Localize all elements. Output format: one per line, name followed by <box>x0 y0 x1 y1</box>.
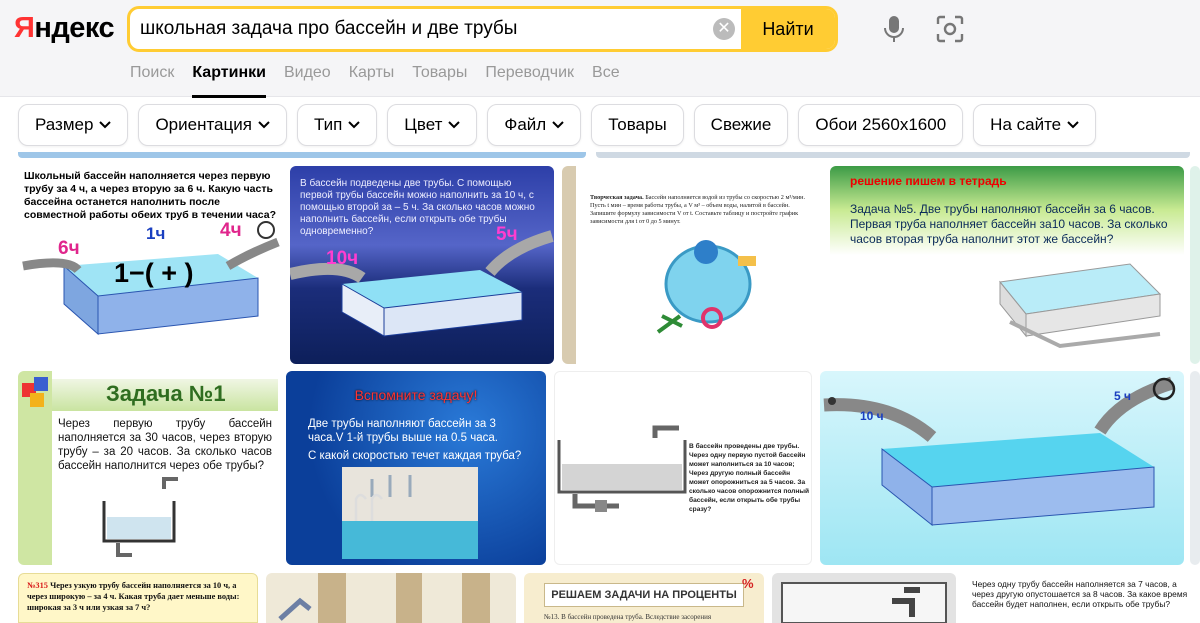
clear-search-icon[interactable]: ✕ <box>713 18 735 40</box>
image-result[interactable]: РЕШАЕМ ЗАДАЧИ НА ПРОЦЕНТЫ % №13. В бассе… <box>524 573 764 623</box>
filter-label: Размер <box>35 115 94 134</box>
previous-row-image[interactable] <box>596 152 1190 158</box>
filter-label: Товары <box>608 115 667 134</box>
tab-products[interactable]: Товары <box>412 64 467 96</box>
task-title: Творческая задача. <box>590 194 644 201</box>
result-caption: Творческая задача. Бассейн наполняется в… <box>590 194 814 226</box>
image-result[interactable]: Школьный бассейн наполняется через перву… <box>18 166 282 364</box>
result-caption: Через первую трубу бассейн наполняется з… <box>58 418 272 472</box>
yandex-logo[interactable]: Яндекс <box>14 12 115 45</box>
filter-label: Свежие <box>710 115 772 134</box>
result-caption: Школьный бассейн наполняется через перву… <box>24 170 277 221</box>
pipe-label: 5 ч <box>1114 389 1131 403</box>
pipes-illustration <box>278 573 490 623</box>
filter-size[interactable]: Размер <box>18 104 129 146</box>
chevron-down-icon <box>1067 121 1079 129</box>
image-result[interactable]: решение пишем в тетрадь Задача №5. Две т… <box>830 166 1184 364</box>
filter-products[interactable]: Товары <box>591 104 684 146</box>
filter-file[interactable]: Файл <box>487 104 582 146</box>
image-result[interactable]: Вспомните задачу! Две трубы наполняют ба… <box>286 371 546 565</box>
logo-letter: Я <box>14 12 35 44</box>
filter-color[interactable]: Цвет <box>387 104 478 146</box>
result-title: Задача №1 <box>106 381 226 406</box>
find-button[interactable]: Найти <box>741 9 835 49</box>
result-caption: В бассейн проведены две трубы. Через одн… <box>689 443 810 513</box>
task-number: №315 <box>27 581 48 590</box>
filter-label: Тип <box>313 115 343 134</box>
result-title: РЕШАЕМ ЗАДАЧИ НА ПРОЦЕНТЫ <box>551 589 737 601</box>
image-result[interactable] <box>772 573 956 623</box>
result-caption: №13. В бассейн проведена труба. Вследств… <box>544 613 712 621</box>
filter-label: Файл <box>504 115 547 134</box>
pool-illustration <box>999 263 1162 349</box>
tab-all[interactable]: Все <box>592 64 620 96</box>
result-caption: №315 Через узкую трубу бассейн наполняет… <box>27 580 253 613</box>
pipe-label: 6ч <box>58 238 80 259</box>
tab-translator[interactable]: Переводчик <box>485 64 574 96</box>
camera-search-icon[interactable] <box>936 15 964 43</box>
chevron-down-icon <box>552 121 564 129</box>
pipe-label: 10 ч <box>860 409 884 423</box>
image-result[interactable] <box>266 573 516 623</box>
filter-on-site[interactable]: На сайте <box>973 104 1097 146</box>
filter-wallpaper[interactable]: Обои 2560x1600 <box>798 104 964 146</box>
image-result[interactable]: Через одну трубу бассейн наполняется за … <box>964 573 1200 623</box>
filter-label: Ориентация <box>155 115 252 134</box>
tab-search[interactable]: Поиск <box>130 64 174 96</box>
image-result[interactable]: Творческая задача. Бассейн наполняется в… <box>562 166 822 364</box>
search-tabs: Поиск Картинки Видео Карты Товары Перево… <box>130 64 638 98</box>
pipe-label: 4ч <box>220 220 242 241</box>
image-result[interactable]: 10 ч 5 ч <box>820 371 1184 565</box>
result-caption: Задача №5. Две трубы наполняют бассейн з… <box>850 202 1168 246</box>
pipe-label: 1ч <box>146 224 166 243</box>
task-text: Через узкую трубу бассейн наполняется за… <box>27 581 240 612</box>
tab-maps[interactable]: Карты <box>349 64 395 96</box>
formula: 1−( + ) <box>114 258 194 288</box>
header: Яндекс ✕ Найти Поиск Картинки Видео Карт… <box>0 0 1200 98</box>
search-input[interactable] <box>140 9 700 49</box>
result-caption: Две трубы наполняют бассейн за 3 часа.V … <box>308 418 498 444</box>
result-header: решение пишем в тетрадь <box>850 174 1007 188</box>
decor-stripe <box>562 166 576 364</box>
filter-label: Обои 2560x1600 <box>815 115 947 134</box>
image-result[interactable]: В бассейн подведены две трубы. С помощью… <box>290 166 554 364</box>
pipe-label: 10ч <box>326 248 359 269</box>
filter-bar: Размер Ориентация Тип Цвет Файл Товары С… <box>18 104 1097 146</box>
result-question: С какой скоростью течет каждая труба? <box>308 450 522 462</box>
tab-video[interactable]: Видео <box>284 64 331 96</box>
tap-illustration <box>781 582 947 623</box>
result-caption: Через одну трубу бассейн наполняется за … <box>972 579 1188 609</box>
filter-label: На сайте <box>990 115 1062 134</box>
image-result[interactable]: В бассейн проведены две трубы. Через одн… <box>554 371 812 565</box>
previous-row-image[interactable] <box>18 152 586 158</box>
image-result[interactable]: Задача №1 Через первую трубу бассейн нап… <box>18 371 278 565</box>
percent-badge: % <box>742 576 754 591</box>
chevron-down-icon <box>348 121 361 129</box>
image-result[interactable] <box>1190 371 1200 565</box>
microphone-icon[interactable] <box>883 15 905 43</box>
filter-orientation[interactable]: Ориентация <box>138 104 287 146</box>
result-title: Вспомните задачу! <box>354 387 478 403</box>
filter-fresh[interactable]: Свежие <box>693 104 789 146</box>
search-box: ✕ Найти <box>127 6 838 52</box>
image-result[interactable]: №315 Через узкую трубу бассейн наполняет… <box>18 573 258 623</box>
logo-rest: ндекс <box>34 12 115 44</box>
filter-label: Цвет <box>404 115 443 134</box>
image-result[interactable] <box>1190 166 1200 364</box>
filter-type[interactable]: Тип <box>296 104 378 146</box>
chevron-down-icon <box>258 121 270 129</box>
chevron-down-icon <box>448 121 461 129</box>
cubes-icon <box>22 377 48 407</box>
chevron-down-icon <box>99 121 112 129</box>
pipe-label: 5ч <box>496 224 518 245</box>
tab-images[interactable]: Картинки <box>192 64 266 98</box>
